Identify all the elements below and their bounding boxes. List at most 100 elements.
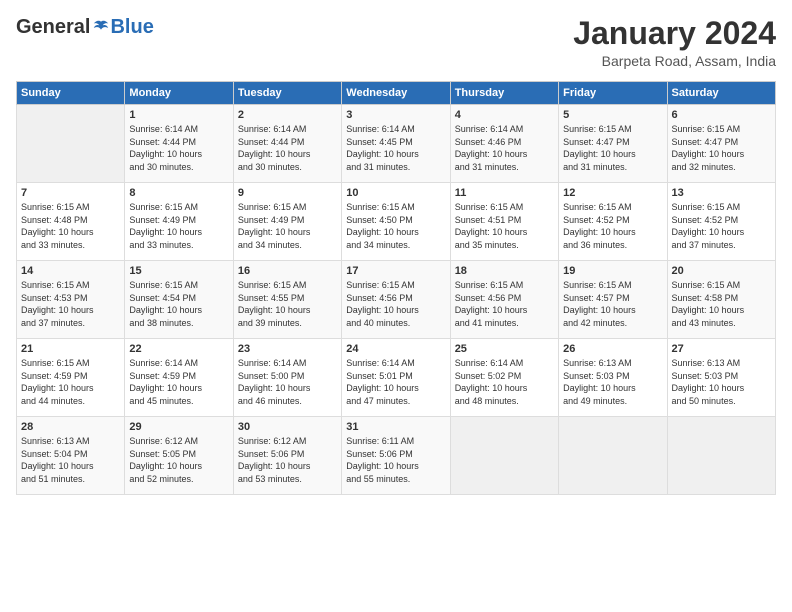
day-number: 25: [455, 343, 554, 355]
calendar-cell: 16 Sunrise: 6:15 AM Sunset: 4:55 PM Dayli…: [233, 261, 341, 339]
day-number: 19: [563, 265, 662, 277]
day-number: 5: [563, 109, 662, 121]
calendar-week-row: 14Sunrise: 6:15 AM Sunset: 4:53 PM Dayli…: [17, 261, 776, 339]
day-number: 7: [21, 187, 120, 199]
day-info: Sunrise: 6:13 AM Sunset: 5:03 PM Dayligh…: [563, 357, 662, 407]
day-info: Sunrise: 6:15 AM Sunset: 4:55 PM Dayligh…: [238, 279, 337, 329]
day-number: 23: [238, 343, 337, 355]
calendar-cell: 23 Sunrise: 6:14 AM Sunset: 5:00 PM Dayli…: [233, 339, 341, 417]
day-number: 20: [672, 265, 771, 277]
calendar-cell: 18 Sunrise: 6:15 AM Sunset: 4:56 PM Dayli…: [450, 261, 558, 339]
day-info: Sunrise: 6:14 AM Sunset: 4:44 PM Dayligh…: [238, 123, 337, 173]
calendar-week-row: 21 Sunrise: 6:15 AM Sunset: 4:59 PM Dayli…: [17, 339, 776, 417]
calendar-cell: 19 Sunrise: 6:15 AM Sunset: 4:57 PM Dayli…: [559, 261, 667, 339]
column-header-monday: Monday: [125, 82, 233, 105]
day-info: Sunrise: 6:14 AM Sunset: 4:46 PM Dayligh…: [455, 123, 554, 173]
day-number: 28: [21, 421, 120, 433]
day-number: 15: [129, 265, 228, 277]
logo-general-text: General: [16, 16, 90, 39]
calendar-cell: 28 Sunrise: 6:13 AM Sunset: 5:04 PM Dayli…: [17, 417, 125, 495]
day-number: 18: [455, 265, 554, 277]
day-info: Sunrise: 6:15 AM Sunset: 4:48 PM Dayligh…: [21, 201, 120, 251]
calendar-cell: [450, 417, 558, 495]
day-info: Sunrise: 6:12 AM Sunset: 5:05 PM Dayligh…: [129, 435, 228, 485]
day-info: Sunrise: 6:15 AM Sunset: 4:56 PM Dayligh…: [455, 279, 554, 329]
day-info: Sunrise: 6:15 AM Sunset: 4:50 PM Dayligh…: [346, 201, 445, 251]
day-info: Sunrise: 6:15 AM Sunset: 4:47 PM Dayligh…: [563, 123, 662, 173]
month-title: January 2024: [573, 16, 776, 51]
calendar-cell: 12Sunrise: 6:15 AM Sunset: 4:52 PM Dayli…: [559, 183, 667, 261]
day-info: Sunrise: 6:15 AM Sunset: 4:52 PM Dayligh…: [672, 201, 771, 251]
day-info: Sunrise: 6:15 AM Sunset: 4:49 PM Dayligh…: [129, 201, 228, 251]
day-number: 14: [21, 265, 120, 277]
calendar-cell: 22 Sunrise: 6:14 AM Sunset: 4:59 PM Dayli…: [125, 339, 233, 417]
day-info: Sunrise: 6:15 AM Sunset: 4:58 PM Dayligh…: [672, 279, 771, 329]
calendar-cell: 9 Sunrise: 6:15 AM Sunset: 4:49 PM Daylig…: [233, 183, 341, 261]
calendar-cell: 21 Sunrise: 6:15 AM Sunset: 4:59 PM Dayli…: [17, 339, 125, 417]
day-info: Sunrise: 6:12 AM Sunset: 5:06 PM Dayligh…: [238, 435, 337, 485]
calendar-cell: 4 Sunrise: 6:14 AM Sunset: 4:46 PM Daylig…: [450, 105, 558, 183]
calendar-cell: 8Sunrise: 6:15 AM Sunset: 4:49 PM Daylig…: [125, 183, 233, 261]
calendar-cell: 26 Sunrise: 6:13 AM Sunset: 5:03 PM Dayli…: [559, 339, 667, 417]
day-number: 17: [346, 265, 445, 277]
day-info: Sunrise: 6:13 AM Sunset: 5:03 PM Dayligh…: [672, 357, 771, 407]
day-info: Sunrise: 6:15 AM Sunset: 4:49 PM Dayligh…: [238, 201, 337, 251]
day-number: 3: [346, 109, 445, 121]
day-info: Sunrise: 6:15 AM Sunset: 4:59 PM Dayligh…: [21, 357, 120, 407]
page-header: General Blue January 2024 Barpeta Road, …: [16, 16, 776, 69]
calendar-cell: 20 Sunrise: 6:15 AM Sunset: 4:58 PM Dayli…: [667, 261, 775, 339]
page-container: General Blue January 2024 Barpeta Road, …: [0, 0, 792, 505]
calendar-cell: 3 Sunrise: 6:14 AM Sunset: 4:45 PM Daylig…: [342, 105, 450, 183]
logo: General Blue: [16, 16, 154, 39]
day-number: 21: [21, 343, 120, 355]
day-number: 13: [672, 187, 771, 199]
title-block: January 2024 Barpeta Road, Assam, India: [573, 16, 776, 69]
column-header-thursday: Thursday: [450, 82, 558, 105]
day-number: 9: [238, 187, 337, 199]
column-header-sunday: Sunday: [17, 82, 125, 105]
day-info: Sunrise: 6:14 AM Sunset: 5:01 PM Dayligh…: [346, 357, 445, 407]
day-info: Sunrise: 6:14 AM Sunset: 5:00 PM Dayligh…: [238, 357, 337, 407]
day-info: Sunrise: 6:15 AM Sunset: 4:51 PM Dayligh…: [455, 201, 554, 251]
day-number: 6: [672, 109, 771, 121]
calendar-cell: 13 Sunrise: 6:15 AM Sunset: 4:52 PM Dayli…: [667, 183, 775, 261]
day-info: Sunrise: 6:11 AM Sunset: 5:06 PM Dayligh…: [346, 435, 445, 485]
day-number: 31: [346, 421, 445, 433]
column-header-wednesday: Wednesday: [342, 82, 450, 105]
calendar-table: SundayMondayTuesdayWednesdayThursdayFrid…: [16, 81, 776, 495]
calendar-cell: [559, 417, 667, 495]
calendar-cell: 6Sunrise: 6:15 AM Sunset: 4:47 PM Daylig…: [667, 105, 775, 183]
logo-blue-text: Blue: [110, 16, 153, 39]
calendar-cell: 1 Sunrise: 6:14 AM Sunset: 4:44 PM Daylig…: [125, 105, 233, 183]
day-number: 24: [346, 343, 445, 355]
day-number: 26: [563, 343, 662, 355]
day-number: 16: [238, 265, 337, 277]
column-header-saturday: Saturday: [667, 82, 775, 105]
calendar-cell: [667, 417, 775, 495]
day-info: Sunrise: 6:15 AM Sunset: 4:56 PM Dayligh…: [346, 279, 445, 329]
day-info: Sunrise: 6:14 AM Sunset: 4:44 PM Dayligh…: [129, 123, 228, 173]
day-info: Sunrise: 6:14 AM Sunset: 4:59 PM Dayligh…: [129, 357, 228, 407]
day-number: 2: [238, 109, 337, 121]
calendar-cell: 29Sunrise: 6:12 AM Sunset: 5:05 PM Dayli…: [125, 417, 233, 495]
calendar-cell: 25Sunrise: 6:14 AM Sunset: 5:02 PM Dayli…: [450, 339, 558, 417]
calendar-cell: 31 Sunrise: 6:11 AM Sunset: 5:06 PM Dayli…: [342, 417, 450, 495]
day-info: Sunrise: 6:15 AM Sunset: 4:57 PM Dayligh…: [563, 279, 662, 329]
day-number: 1: [129, 109, 228, 121]
calendar-cell: 10 Sunrise: 6:15 AM Sunset: 4:50 PM Dayli…: [342, 183, 450, 261]
day-number: 22: [129, 343, 228, 355]
calendar-header-row: SundayMondayTuesdayWednesdayThursdayFrid…: [17, 82, 776, 105]
day-number: 10: [346, 187, 445, 199]
day-info: Sunrise: 6:14 AM Sunset: 4:45 PM Dayligh…: [346, 123, 445, 173]
calendar-cell: 15Sunrise: 6:15 AM Sunset: 4:54 PM Dayli…: [125, 261, 233, 339]
day-number: 4: [455, 109, 554, 121]
location-subtitle: Barpeta Road, Assam, India: [573, 53, 776, 69]
column-header-friday: Friday: [559, 82, 667, 105]
day-number: 12: [563, 187, 662, 199]
calendar-cell: 11Sunrise: 6:15 AM Sunset: 4:51 PM Dayli…: [450, 183, 558, 261]
calendar-week-row: 28 Sunrise: 6:13 AM Sunset: 5:04 PM Dayli…: [17, 417, 776, 495]
calendar-cell: 30Sunrise: 6:12 AM Sunset: 5:06 PM Dayli…: [233, 417, 341, 495]
calendar-cell: 7 Sunrise: 6:15 AM Sunset: 4:48 PM Daylig…: [17, 183, 125, 261]
day-info: Sunrise: 6:13 AM Sunset: 5:04 PM Dayligh…: [21, 435, 120, 485]
calendar-cell: 27Sunrise: 6:13 AM Sunset: 5:03 PM Dayli…: [667, 339, 775, 417]
